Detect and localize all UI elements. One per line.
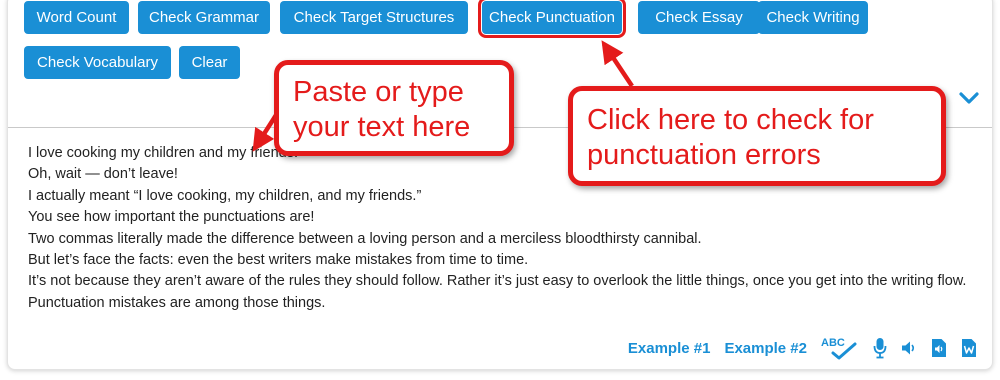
text-line: Two commas literally made the difference… <box>28 230 702 247</box>
callout-line: punctuation errors <box>587 139 821 171</box>
word-file-icon[interactable] <box>961 338 977 358</box>
text-line: Punctuation mistakes are among those thi… <box>28 294 326 311</box>
text-line: It’s not because they aren’t aware of th… <box>28 273 967 290</box>
example-1-link[interactable]: Example #1 <box>628 340 711 357</box>
spellcheck-text: ABC <box>821 337 845 349</box>
text-line: I actually meant “I love cooking, my chi… <box>28 187 422 204</box>
clear-button[interactable]: Clear <box>179 46 240 79</box>
check-vocabulary-button[interactable]: Check Vocabulary <box>24 46 171 79</box>
check-essay-button[interactable]: Check Essay <box>638 1 760 34</box>
speaker-icon[interactable] <box>901 340 917 356</box>
check-writing-button[interactable]: Check Writing <box>758 1 868 34</box>
example-2-link[interactable]: Example #2 <box>724 340 807 357</box>
spellcheck-icon[interactable]: ABC <box>821 336 859 360</box>
check-punctuation-button[interactable]: Check Punctuation <box>478 0 626 38</box>
check-grammar-button[interactable]: Check Grammar <box>138 1 270 34</box>
callout-line: Paste or type <box>293 76 464 108</box>
microphone-icon[interactable] <box>873 337 887 359</box>
word-count-button[interactable]: Word Count <box>24 1 129 34</box>
callout-line: your text here <box>293 111 471 143</box>
text-line: You see how important the punctuations a… <box>28 209 315 226</box>
check-target-structures-button[interactable]: Check Target Structures <box>280 1 468 34</box>
chevron-down-icon[interactable] <box>958 91 980 105</box>
paste-text-callout: Paste or type your text here <box>274 60 514 156</box>
audio-file-icon[interactable] <box>931 338 947 358</box>
bottom-toolbar: Example #1 Example #2 ABC <box>628 335 977 361</box>
text-line: But let’s face the facts: even the best … <box>28 252 529 269</box>
callout-line: Click here to check for <box>587 104 874 136</box>
punctuation-callout: Click here to check for punctuation erro… <box>568 86 946 186</box>
